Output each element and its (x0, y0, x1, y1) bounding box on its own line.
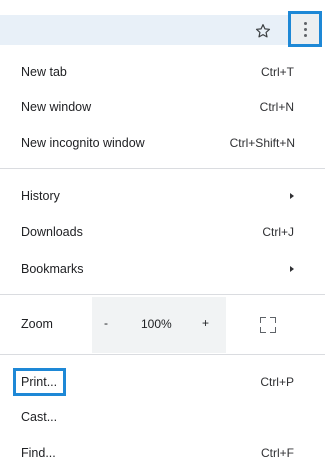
submenu-arrow-icon (290, 266, 294, 272)
star-icon-glyph (255, 24, 271, 38)
menu-item-shortcut: Ctrl+Shift+N (229, 136, 295, 150)
menu-divider (0, 168, 325, 169)
zoom-level: 100% (141, 317, 172, 331)
zoom-out-button[interactable]: - (104, 316, 108, 330)
menu-item-label: Cast... (21, 410, 58, 424)
menu-item-label: New window (21, 100, 92, 114)
menu-item-find[interactable]: Find... Ctrl+F (0, 435, 325, 466)
menu-item-bookmarks[interactable]: Bookmarks (0, 251, 325, 287)
zoom-in-button[interactable]: + (202, 316, 209, 330)
browser-toolbar (0, 0, 325, 47)
menu-item-new-incognito-window[interactable]: New incognito window Ctrl+Shift+N (0, 125, 325, 161)
menu-item-print[interactable]: Print... Ctrl+P (0, 364, 325, 400)
menu-item-shortcut: Ctrl+F (261, 446, 294, 460)
menu-item-label: History (21, 189, 60, 203)
menu-item-label: New incognito window (21, 136, 145, 150)
fullscreen-icon[interactable] (258, 315, 278, 335)
menu-item-label: Print... (21, 375, 58, 389)
menu-item-label: Find... (21, 446, 56, 460)
address-bar[interactable] (0, 15, 288, 45)
menu-divider (0, 354, 325, 355)
menu-item-downloads[interactable]: Downloads Ctrl+J (0, 214, 325, 250)
menu-item-shortcut: Ctrl+J (262, 225, 294, 239)
menu-item-label: Downloads (21, 225, 83, 239)
chrome-main-menu: New tab Ctrl+T New window Ctrl+N New inc… (0, 48, 325, 466)
menu-item-history[interactable]: History (0, 178, 325, 214)
zoom-row: Zoom - 100% + (0, 297, 325, 353)
menu-item-label: Bookmarks (21, 262, 84, 276)
zoom-label: Zoom (21, 317, 53, 331)
zoom-controls: - 100% + (92, 297, 226, 353)
menu-item-shortcut: Ctrl+T (261, 65, 294, 79)
menu-item-label: New tab (21, 65, 67, 79)
menu-item-shortcut: Ctrl+N (259, 100, 294, 114)
menu-dots (303, 21, 307, 37)
menu-item-new-window[interactable]: New window Ctrl+N (0, 89, 325, 125)
menu-item-shortcut: Ctrl+P (260, 375, 294, 389)
three-dot-menu-icon[interactable] (288, 11, 322, 47)
star-icon[interactable] (250, 18, 276, 44)
submenu-arrow-icon (290, 193, 294, 199)
menu-divider (0, 294, 325, 295)
menu-item-cast[interactable]: Cast... (0, 399, 325, 435)
menu-item-new-tab[interactable]: New tab Ctrl+T (0, 54, 325, 90)
